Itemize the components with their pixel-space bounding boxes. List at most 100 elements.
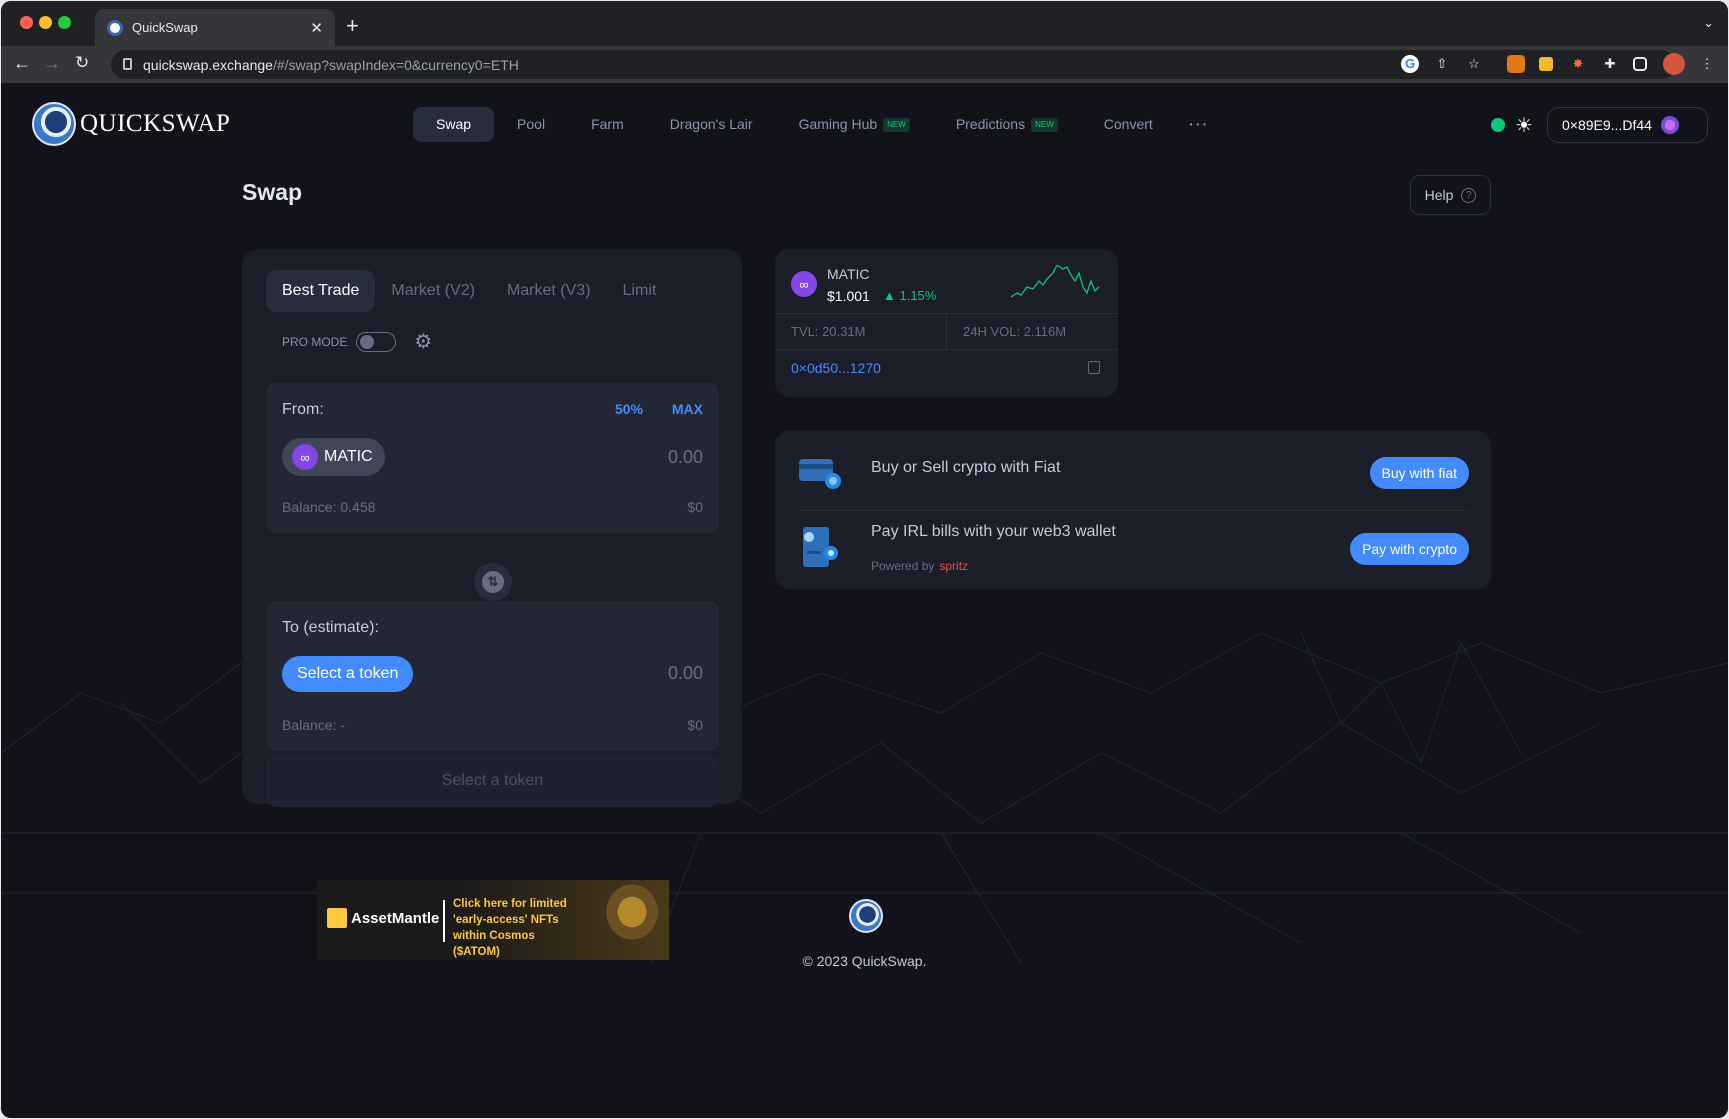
- token-24h-volume: 24H VOL: 2.116M: [963, 324, 1067, 339]
- side-panel-icon[interactable]: [1633, 57, 1647, 71]
- ad-brand: AssetMantle: [327, 908, 439, 928]
- settings-gear-icon[interactable]: ⚙: [414, 329, 432, 354]
- close-tab-icon[interactable]: ✕: [310, 19, 323, 37]
- forward-arrow-icon[interactable]: →: [43, 53, 61, 74]
- token-tvl: TVL: 20.31M: [775, 314, 947, 349]
- browser-tab-title: QuickSwap: [132, 20, 198, 35]
- minimize-window-button[interactable]: [39, 16, 52, 29]
- tab-limit[interactable]: Limit: [607, 270, 673, 312]
- wallet-avatar: [1660, 116, 1679, 134]
- google-icon[interactable]: G: [1401, 55, 1419, 73]
- browser-menu-icon[interactable]: ⋮: [1698, 55, 1716, 73]
- metamask-extension-icon[interactable]: [1507, 55, 1525, 73]
- from-amount-input[interactable]: 0.00: [668, 447, 703, 468]
- close-window-button[interactable]: [20, 16, 33, 29]
- nav-dragons-lair[interactable]: Dragon's Lair: [647, 107, 776, 142]
- copy-icon[interactable]: [1088, 361, 1100, 374]
- credit-card-icon: [799, 459, 841, 489]
- bill-receipt-icon: [803, 527, 838, 567]
- from-box: From: 50% MAX ∞ MATIC 0.00 Balance: 0.45…: [266, 383, 719, 533]
- fifty-percent-button[interactable]: 50%: [615, 401, 643, 417]
- footer-quickswap-logo-icon: [849, 899, 883, 933]
- to-usd-value: $0: [687, 717, 703, 733]
- token-address-link[interactable]: 0×0d50...1270: [791, 360, 881, 376]
- browser-toolbar: ← → ↻ quickswap.exchange/#/swap?swapInde…: [1, 46, 1728, 83]
- share-icon[interactable]: ⇧: [1433, 55, 1451, 73]
- help-button[interactable]: Help ?: [1410, 175, 1491, 215]
- back-arrow-icon[interactable]: ←: [13, 53, 31, 74]
- pay-bills-text: Pay IRL bills with your web3 wallet: [871, 523, 1116, 540]
- price-sparkline: [1011, 265, 1100, 298]
- to-amount-input[interactable]: 0.00: [668, 663, 703, 684]
- from-token-symbol: MATIC: [324, 448, 373, 465]
- nav-swap[interactable]: Swap: [413, 107, 495, 142]
- brave-extension-icon[interactable]: ✸: [1569, 55, 1587, 73]
- logo-text: QUICKSWAP: [80, 110, 231, 137]
- token-symbol: MATIC: [827, 266, 870, 282]
- bookmark-star-icon[interactable]: ☆: [1465, 55, 1483, 73]
- nav-farm[interactable]: Farm: [568, 107, 647, 142]
- new-tab-icon[interactable]: +: [346, 13, 359, 39]
- browser-tab[interactable]: QuickSwap ✕: [95, 9, 335, 46]
- wallet-button[interactable]: 0×89E9...Df44: [1547, 107, 1708, 143]
- to-label: To (estimate):: [282, 619, 379, 636]
- select-token-button[interactable]: Select a token: [282, 656, 414, 692]
- tab-best-trade[interactable]: Best Trade: [266, 270, 376, 312]
- quickswap-favicon-icon: [107, 19, 123, 36]
- reload-icon[interactable]: ↻: [75, 53, 89, 73]
- up-arrow-icon: ▲: [883, 288, 900, 303]
- new-badge: NEW: [883, 117, 910, 132]
- swap-arrows-icon: ⇅: [482, 571, 504, 593]
- fiat-divider: [797, 510, 1469, 511]
- buy-sell-fiat-text: Buy or Sell crypto with Fiat: [871, 459, 1061, 476]
- pro-mode-toggle[interactable]: [356, 331, 397, 352]
- to-box: To (estimate): Select a token 0.00 Balan…: [266, 601, 719, 751]
- copyright-text: © 2023 QuickSwap.: [802, 953, 927, 969]
- ad-divider: [443, 900, 445, 942]
- nav-predictions[interactable]: Predictions NEW: [933, 107, 1081, 142]
- more-menu-icon[interactable]: ···: [1176, 113, 1220, 136]
- from-token-selector[interactable]: ∞ MATIC: [282, 438, 385, 476]
- trade-type-tabs: Best Trade Market (V2) Market (V3) Limit: [266, 270, 672, 312]
- nav-convert[interactable]: Convert: [1081, 107, 1176, 142]
- browser-tab-bar: QuickSwap ✕ + ⌄: [1, 1, 1728, 46]
- theme-sun-icon[interactable]: ☀: [1515, 113, 1533, 138]
- max-button[interactable]: MAX: [672, 401, 703, 417]
- network-status-indicator[interactable]: [1491, 118, 1505, 132]
- quickswap-logo[interactable]: QUICKSWAP: [32, 102, 230, 146]
- switch-tokens-button[interactable]: ⇅: [474, 563, 512, 601]
- maximize-window-button[interactable]: [58, 16, 71, 29]
- binance-extension-icon[interactable]: [1539, 57, 1553, 71]
- from-label: From:: [282, 401, 324, 418]
- token-stats-row: TVL: 20.31M 24H VOL: 2.116M: [775, 313, 1118, 350]
- wallet-address: 0×89E9...Df44: [1562, 117, 1652, 133]
- ad-robot-image: [587, 880, 669, 960]
- assetmantle-ad-banner[interactable]: AssetMantle Click here for limited 'earl…: [317, 880, 669, 960]
- quickswap-app: QUICKSWAP Swap Pool Farm Dragon's Lair G…: [1, 83, 1728, 1118]
- page-title: Swap: [242, 179, 303, 205]
- fiat-options-card: Buy or Sell crypto with Fiat Buy with fi…: [775, 431, 1491, 589]
- buy-with-fiat-button[interactable]: Buy with fiat: [1369, 457, 1469, 489]
- matic-icon: ∞: [292, 444, 318, 470]
- extensions-puzzle-icon[interactable]: ✚: [1601, 55, 1619, 73]
- from-balance: Balance: 0.458: [282, 499, 376, 515]
- new-badge: NEW: [1031, 117, 1058, 132]
- nav-gaming-hub[interactable]: Gaming Hub NEW: [776, 107, 933, 142]
- tab-search-chevron-icon[interactable]: ⌄: [1703, 15, 1714, 31]
- matic-icon: ∞: [791, 271, 817, 297]
- pro-mode-row: PRO MODE ⚙: [282, 329, 432, 354]
- tab-market-v3[interactable]: Market (V3): [491, 270, 607, 312]
- assetmantle-logo-icon: [327, 908, 347, 928]
- pro-mode-label: PRO MODE: [282, 334, 348, 349]
- pay-bills-row: Pay IRL bills with your web3 wallet Powe…: [797, 515, 1469, 585]
- ad-copy: Click here for limited 'early-access' NF…: [453, 898, 567, 958]
- tab-market-v2[interactable]: Market (V2): [375, 270, 491, 312]
- swap-submit-button[interactable]: Select a token: [266, 755, 719, 807]
- pay-with-crypto-button[interactable]: Pay with crypto: [1350, 533, 1469, 565]
- swap-card: Best Trade Market (V2) Market (V3) Limit…: [242, 249, 742, 807]
- profile-avatar[interactable]: [1663, 53, 1685, 75]
- price-change: ▲ 1.15%: [883, 288, 937, 303]
- token-info-card: ∞ MATIC $1.001 ▲ 1.15% TVL: 20.31M 24H V…: [775, 249, 1118, 397]
- nav-pool[interactable]: Pool: [494, 107, 568, 142]
- main-nav: Swap Pool Farm Dragon's Lair Gaming Hub N…: [413, 107, 1220, 142]
